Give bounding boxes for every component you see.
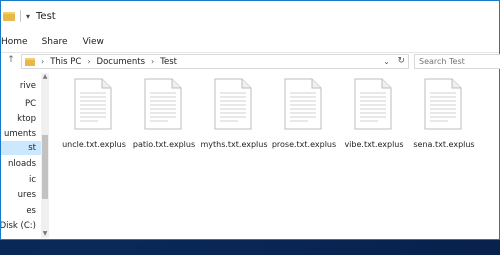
nav-item-videos[interactable]: es [1,204,41,218]
nav-item-documents[interactable]: uments [1,127,41,141]
file-item[interactable]: uncle.txt.explus [59,78,129,158]
tab-view[interactable]: View [83,37,104,47]
file-name: patio.txt.explus [132,140,196,149]
nav-item-label: ures [17,190,36,200]
nav-item-pictures[interactable]: ures [1,188,41,202]
scrollbar-thumb[interactable] [42,135,48,199]
navigation-pane: rive PC ktop uments st nloads ic ures es… [1,73,49,238]
nav-item-label: st [28,143,36,153]
address-dropdown-icon[interactable]: ⌄ [383,55,390,68]
scroll-up-icon[interactable]: ▲ [41,73,49,81]
file-name: uncle.txt.explus [62,140,126,149]
nav-item-test[interactable]: st [1,141,41,155]
chevron-right-icon[interactable]: › [41,57,44,66]
file-name: vibe.txt.explus [344,140,404,149]
nav-item-downloads[interactable]: nloads [1,157,41,171]
nav-item-music[interactable]: ic [1,173,41,187]
quick-access-dropdown-icon[interactable]: ▾ [26,12,30,21]
taskbar [0,240,500,255]
file-item[interactable]: vibe.txt.explus [339,78,409,158]
file-item[interactable]: myths.txt.explus [199,78,269,158]
nav-item-label: uments [3,129,36,139]
window-title: Test [36,10,56,22]
ribbon-tabs: Home Share View [1,31,499,53]
text-document-icon [354,78,392,130]
nav-item-this-pc[interactable]: PC [1,97,41,111]
file-item[interactable]: sena.txt.explus [409,78,479,158]
search-input[interactable] [419,57,500,66]
scroll-down-icon[interactable]: ▼ [41,230,49,238]
address-bar-row: ↑ › This PC › Documents › Test ⌄ ↻ [1,53,500,71]
text-document-icon [144,78,182,130]
title-separator [20,10,21,22]
nav-item-label: es [26,206,36,216]
title-bar: ▾ Test [1,1,499,31]
file-name: sena.txt.explus [413,140,475,149]
nav-item-label: al Disk (C:) [1,221,36,231]
file-explorer-window: ▾ Test Home Share View ↑ › This PC › Doc… [0,0,500,240]
breadcrumb-this-pc[interactable]: This PC [50,57,81,67]
nav-item-desktop[interactable]: ktop [1,112,41,126]
nav-item-label: rive [19,81,36,91]
tab-share[interactable]: Share [42,37,68,47]
file-item[interactable]: patio.txt.explus [129,78,199,158]
nav-item-onedrive[interactable]: rive [1,79,41,93]
nav-item-label: ic [28,175,36,185]
breadcrumb-test[interactable]: Test [160,57,177,67]
chevron-right-icon[interactable]: › [87,57,90,66]
folder-icon [25,57,35,66]
text-document-icon [424,78,462,130]
up-arrow-icon[interactable]: ↑ [5,55,17,65]
nav-item-label: nloads [8,159,36,169]
file-list: uncle.txt.explus patio.txt.explus myths.… [59,73,500,238]
text-document-icon [74,78,112,130]
refresh-icon[interactable]: ↻ [397,55,405,68]
file-name: myths.txt.explus [200,140,268,149]
nav-scrollbar[interactable]: ▲ ▼ [41,73,49,238]
file-item[interactable]: prose.txt.explus [269,78,339,158]
folder-icon [3,11,15,21]
chevron-right-icon[interactable]: › [151,57,154,66]
nav-item-label: ktop [17,114,36,124]
search-box[interactable] [414,54,500,69]
file-name: prose.txt.explus [271,140,337,149]
address-bar[interactable]: › This PC › Documents › Test ⌄ ↻ [21,54,409,69]
text-document-icon [284,78,322,130]
text-document-icon [214,78,252,130]
tab-home[interactable]: Home [1,37,28,47]
breadcrumb-documents[interactable]: Documents [97,57,145,67]
nav-item-label: PC [24,99,36,109]
nav-item-local-disk[interactable]: al Disk (C:) [1,219,41,233]
